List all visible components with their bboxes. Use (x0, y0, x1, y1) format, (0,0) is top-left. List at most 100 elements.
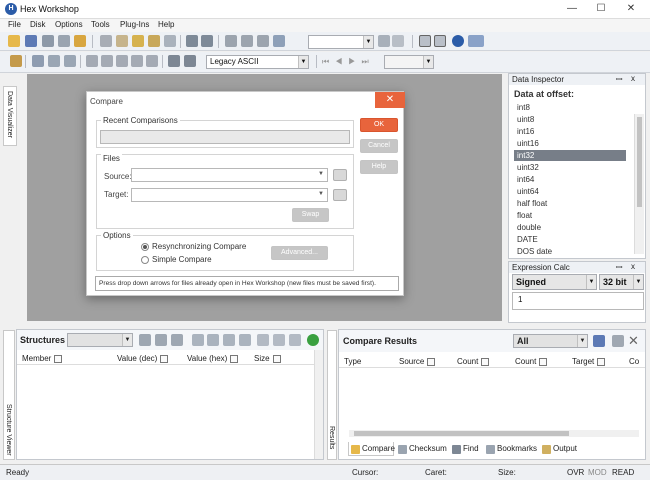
ok-button[interactable]: OK (360, 118, 398, 132)
help-button[interactable]: Help (360, 160, 398, 174)
inspector-list[interactable]: int8 uint8 int16 uint16 int32 uint32 int… (509, 102, 633, 257)
encoding-select[interactable]: Legacy ASCII ▼ (206, 55, 309, 69)
column-value-hex[interactable]: Value (hex) (187, 354, 239, 363)
nav-arrows-icon[interactable]: ⏮◀▶⏭ (322, 57, 375, 67)
pin-icon[interactable]: ꟷ (616, 262, 623, 273)
tab-find[interactable]: Find (450, 442, 482, 456)
inspector-scrollbar[interactable] (634, 114, 644, 254)
pencil-icon[interactable] (230, 354, 239, 363)
compare-icon[interactable] (434, 35, 446, 47)
column-source[interactable]: Source (399, 357, 436, 366)
expand-icon[interactable] (192, 334, 204, 346)
scroll-thumb[interactable] (354, 431, 569, 436)
maximize-button[interactable]: ☐ (594, 2, 608, 16)
block-icon[interactable] (64, 55, 76, 67)
column-truncated[interactable]: Co (629, 357, 639, 366)
close-button[interactable]: ✕ (624, 2, 638, 16)
sign-select[interactable]: Signed ▼ (512, 274, 597, 290)
list-item[interactable]: DOS date (517, 247, 552, 256)
structure-viewer-tab[interactable]: Structure Viewer (3, 330, 15, 460)
chevron-down-icon[interactable]: ▼ (586, 275, 596, 289)
calc-grid-icon[interactable] (184, 55, 196, 67)
chevron-down-icon[interactable]: ▼ (363, 36, 373, 48)
data-visualizer-tab[interactable]: Data Visualizer (3, 86, 17, 146)
op-icon-4[interactable] (131, 55, 143, 67)
minimize-button[interactable]: — (565, 2, 579, 16)
chevron-down-icon[interactable]: ▼ (298, 56, 308, 68)
settings-icon[interactable] (168, 55, 180, 67)
redo-icon[interactable] (201, 35, 213, 47)
chevron-down-icon[interactable]: ▼ (633, 275, 643, 289)
chevron-down-icon[interactable]: ▼ (577, 335, 587, 347)
structures-scrollbar[interactable] (314, 350, 323, 459)
column-filter-icon[interactable] (272, 354, 281, 363)
save-structure-icon[interactable] (155, 334, 167, 346)
undo-icon[interactable] (186, 35, 198, 47)
pin-icon[interactable]: ꟷ (616, 74, 623, 85)
refresh-results-icon[interactable] (612, 335, 624, 347)
source-input[interactable] (131, 168, 328, 182)
chevron-down-icon[interactable]: ▼ (122, 334, 132, 346)
find-next-icon[interactable] (241, 35, 253, 47)
nav-combo[interactable]: ▼ (384, 55, 434, 69)
refresh-icon[interactable] (307, 334, 319, 346)
menu-disk[interactable]: Disk (30, 20, 46, 29)
paste-icon[interactable] (132, 35, 144, 47)
paste-structure-icon[interactable] (273, 334, 285, 346)
target-input[interactable] (131, 188, 328, 202)
close-icon[interactable]: x (631, 262, 635, 271)
op-icon-3[interactable] (116, 55, 128, 67)
list-item[interactable]: DATE (517, 235, 538, 244)
close-icon[interactable]: x (631, 74, 635, 83)
new-file-icon[interactable] (8, 35, 20, 47)
structure-select[interactable]: ▼ (67, 333, 133, 347)
properties-icon[interactable] (74, 35, 86, 47)
resync-radio[interactable] (141, 243, 149, 251)
list-item[interactable]: uint8 (517, 115, 534, 124)
cut-icon[interactable] (100, 35, 112, 47)
cancel-button[interactable]: Cancel (360, 139, 398, 153)
chevron-down-icon[interactable]: ▼ (318, 171, 324, 177)
dialog-close-button[interactable]: ✕ (375, 92, 405, 108)
column-filter-icon[interactable] (427, 357, 436, 366)
save-icon[interactable] (42, 35, 54, 47)
column-filter-icon[interactable] (539, 357, 548, 366)
list-item-selected[interactable]: int32 (517, 151, 534, 160)
hammer-icon[interactable] (10, 55, 22, 67)
column-filter-icon[interactable] (54, 354, 63, 363)
copy-structure-icon[interactable] (257, 334, 269, 346)
replace-icon[interactable] (257, 35, 269, 47)
tab-compare[interactable]: Compare (348, 442, 395, 456)
tools-icon[interactable] (419, 35, 431, 47)
list-item[interactable]: half float (517, 199, 547, 208)
copy-icon[interactable] (116, 35, 128, 47)
list-item[interactable]: float (517, 211, 532, 220)
tab-output[interactable]: Output (540, 442, 585, 456)
export-icon[interactable] (593, 335, 605, 347)
chevron-down-icon[interactable]: ▼ (318, 191, 324, 197)
list-item[interactable]: uint16 (517, 139, 539, 148)
swap-button[interactable]: Swap (292, 208, 329, 222)
goto-icon[interactable] (273, 35, 285, 47)
paste-special-icon[interactable] (148, 35, 160, 47)
column-type[interactable]: Type (344, 357, 361, 366)
column-filter-icon[interactable] (597, 357, 606, 366)
results-hscrollbar[interactable] (349, 430, 639, 437)
tab-bookmarks[interactable]: Bookmarks (484, 442, 539, 456)
scroll-thumb[interactable] (637, 117, 642, 207)
list-item[interactable]: int8 (517, 103, 530, 112)
menu-options[interactable]: Options (55, 20, 83, 29)
column-count[interactable]: Count (457, 357, 490, 366)
column-value-dec[interactable]: Value (dec) (117, 354, 169, 363)
advanced-button[interactable]: Advanced... (271, 246, 328, 260)
collapse-icon[interactable] (207, 334, 219, 346)
list-item[interactable]: int64 (517, 175, 534, 184)
recent-select[interactable] (100, 130, 350, 144)
list-item[interactable]: uint32 (517, 163, 539, 172)
results-tab[interactable]: Results (327, 330, 337, 460)
menu-tools[interactable]: Tools (91, 20, 110, 29)
target-browse-button[interactable] (333, 189, 347, 201)
link-icon[interactable] (289, 334, 301, 346)
pencil-icon[interactable] (160, 354, 169, 363)
list-item[interactable]: double (517, 223, 541, 232)
